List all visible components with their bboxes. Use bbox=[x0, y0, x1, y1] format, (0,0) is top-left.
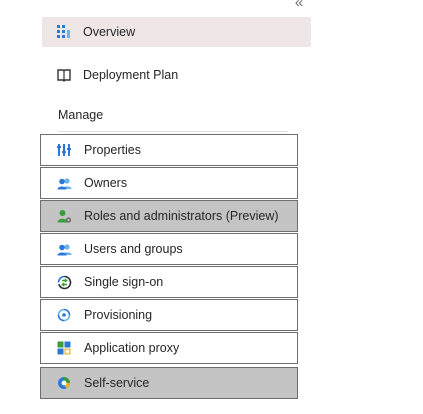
application-proxy-icon bbox=[56, 340, 72, 356]
sidebar-item-owners[interactable]: Owners bbox=[40, 167, 298, 199]
manage-section-heading: Manage bbox=[58, 108, 104, 122]
sidebar-item-overview[interactable]: Overview bbox=[42, 17, 311, 47]
self-service-icon bbox=[56, 375, 72, 391]
section-divider bbox=[58, 131, 288, 132]
sidebar-item-label: Single sign-on bbox=[84, 275, 164, 289]
sidebar-item-label: Users and groups bbox=[84, 242, 183, 256]
sidebar-item-label: Application proxy bbox=[84, 341, 180, 355]
sidebar-item-label: Provisioning bbox=[84, 308, 153, 322]
book-icon bbox=[56, 67, 72, 83]
single-sign-on-icon bbox=[56, 274, 72, 290]
collapse-menu-button[interactable]: « bbox=[291, 0, 307, 11]
properties-sliders-icon bbox=[56, 142, 72, 158]
sidebar-item-label: Owners bbox=[84, 176, 128, 190]
sidebar-item-single-sign-on[interactable]: Single sign-on bbox=[40, 266, 298, 298]
sidebar-item-properties[interactable]: Properties bbox=[40, 134, 298, 166]
owners-people-icon bbox=[56, 175, 72, 191]
sidebar-item-label: Self-service bbox=[84, 376, 150, 390]
sidebar-item-roles-and-administrators[interactable]: Roles and administrators (Preview) bbox=[40, 200, 298, 232]
provisioning-icon bbox=[56, 307, 72, 323]
roles-admin-icon bbox=[56, 208, 72, 224]
sidebar-item-users-and-groups[interactable]: Users and groups bbox=[40, 233, 298, 265]
sidebar-item-label: Overview bbox=[83, 25, 136, 39]
users-groups-icon bbox=[56, 241, 72, 257]
sidebar-item-deployment-plan[interactable]: Deployment Plan bbox=[42, 60, 311, 90]
sidebar-item-label: Properties bbox=[84, 143, 141, 157]
sidebar-item-label: Deployment Plan bbox=[83, 68, 179, 82]
sidebar-item-provisioning[interactable]: Provisioning bbox=[40, 299, 298, 331]
sidebar-item-application-proxy[interactable]: Application proxy bbox=[40, 332, 298, 364]
sidebar-item-self-service[interactable]: Self-service bbox=[40, 367, 298, 399]
overview-grid-icon bbox=[56, 24, 72, 40]
sidebar-item-label: Roles and administrators (Preview) bbox=[84, 209, 279, 223]
